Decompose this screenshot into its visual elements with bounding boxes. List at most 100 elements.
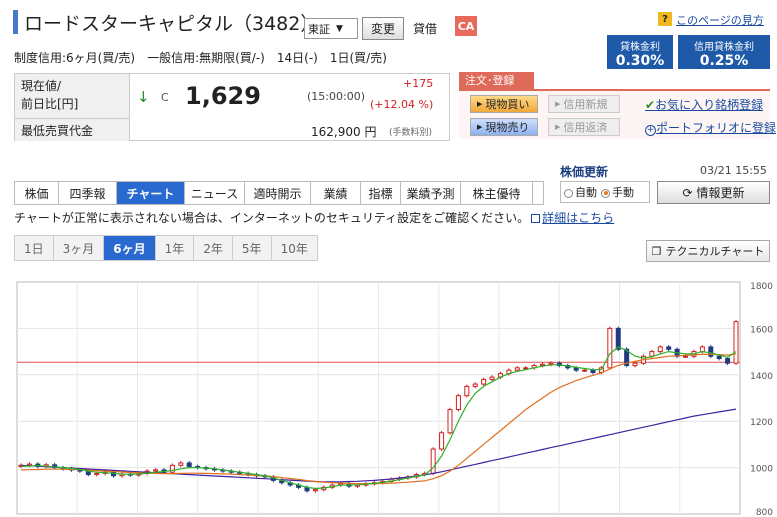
- radio-auto[interactable]: 自動: [564, 184, 597, 200]
- candle-body: [716, 355, 722, 360]
- tab-5[interactable]: 業績: [311, 182, 361, 204]
- tab-7[interactable]: 業績予測: [401, 182, 461, 204]
- candle-body: [590, 369, 596, 373]
- credit-close-label: 信用返済: [563, 121, 608, 134]
- radio-off-icon: [564, 188, 573, 198]
- candle-body: [472, 383, 478, 387]
- portfolio-register-label: ポートフォリオに登録: [656, 121, 777, 135]
- down-arrow-icon: ↓: [137, 88, 150, 106]
- triangle-right-icon: ▶: [477, 100, 483, 108]
- candle-body: [699, 346, 705, 353]
- period-tabs: 1日 3ヶ月 6ヶ月 1年 2年 5年 10年: [14, 235, 318, 261]
- triangle-right-icon: ▶: [555, 100, 561, 108]
- period-tab-4[interactable]: 2年: [193, 235, 232, 261]
- price-time: (15:00:00): [307, 90, 365, 103]
- candle-body: [607, 327, 613, 369]
- favorite-register-link[interactable]: ✔お気に入り銘柄登録: [645, 96, 763, 113]
- y-tick-label: 1600: [750, 325, 773, 335]
- price-update-title: 株価更新: [560, 165, 609, 179]
- tab-3[interactable]: ニュース: [185, 182, 245, 204]
- checkmark-icon: ✔: [645, 98, 656, 112]
- tab-4[interactable]: 適時開示: [245, 182, 311, 204]
- candle-body: [94, 472, 100, 476]
- close-mark: C: [161, 91, 169, 104]
- period-tab-2[interactable]: 6ヶ月: [103, 235, 155, 261]
- current-price-label: 現在値/: [21, 79, 62, 93]
- candle-body: [733, 321, 739, 364]
- ca-badge: CA: [455, 16, 477, 36]
- price-change: +175: [403, 77, 434, 90]
- candle-body: [439, 432, 445, 450]
- candle-body: [573, 367, 579, 371]
- change-market-button[interactable]: 変更: [362, 17, 404, 40]
- credit-new-label: 信用新規: [563, 98, 608, 111]
- stock-chart: 1800 1600 1400 1200 1000 800: [14, 279, 777, 517]
- chart-notice: チャートが正常に表示されない場合は、インターネットのセキュリティ設定をご確認くだ…: [14, 209, 614, 226]
- period-tab-0[interactable]: 1日: [14, 235, 53, 261]
- triangle-right-icon: ▶: [477, 123, 483, 131]
- candle-body: [178, 462, 184, 466]
- tab-2[interactable]: チャート: [117, 182, 185, 204]
- candle-body: [632, 362, 638, 367]
- fee-note: (手数料別): [389, 128, 433, 138]
- lending-rate-value: 0.30%: [615, 53, 665, 69]
- y-tick-label: 1000: [750, 465, 773, 475]
- candle-body: [725, 358, 731, 364]
- price-change-percent: (+12.04 %): [370, 98, 434, 111]
- period-tab-3[interactable]: 1年: [154, 235, 194, 261]
- lending-rate-label: 貸株金利: [620, 42, 660, 53]
- radio-manual[interactable]: 手動: [601, 184, 634, 200]
- help-link[interactable]: このページの見方: [676, 12, 764, 28]
- period-tab-1[interactable]: 3ヶ月: [52, 235, 104, 261]
- y-tick-label: 800: [756, 508, 773, 517]
- candle-body: [657, 346, 663, 353]
- candle-body: [489, 376, 495, 380]
- portfolio-register-link[interactable]: + ポートフォリオに登録: [645, 119, 776, 136]
- candle-body: [548, 362, 554, 365]
- period-tab-6[interactable]: 10年: [270, 235, 318, 261]
- candle-body: [312, 489, 318, 492]
- candle-body: [186, 462, 192, 467]
- credit-lending-rate-box: 信用貸株金利 0.25%: [678, 35, 770, 69]
- credit-lending-rate-value: 0.25%: [699, 53, 749, 69]
- radio-on-icon: [601, 188, 610, 198]
- radio-manual-label: 手動: [612, 186, 634, 199]
- candle-body: [514, 367, 520, 371]
- period-tab-5[interactable]: 5年: [231, 235, 271, 261]
- candle-body: [540, 363, 546, 367]
- credit-new-button[interactable]: ▶ 信用新規: [548, 95, 620, 113]
- help-icon[interactable]: ?: [658, 12, 672, 26]
- notice-text: チャートが正常に表示されない場合は、インターネットのセキュリティ設定をご確認くだ…: [14, 211, 530, 225]
- candle-body: [481, 378, 487, 385]
- credit-info-line: 制度信用:6ヶ月(買/売) 一般信用:無期限(買/-) 14日(-) 1日(買/…: [14, 51, 387, 65]
- external-link-icon: [531, 214, 541, 223]
- credit-lending-rate-label: 信用貸株金利: [694, 42, 754, 53]
- candle-body: [666, 346, 672, 350]
- candle-body: [169, 464, 175, 473]
- plus-icon: +: [645, 125, 656, 136]
- lending-rate-box: 貸株金利 0.30%: [607, 35, 673, 69]
- stock-chart-svg: 1800 1600 1400 1200 1000 800: [16, 281, 773, 517]
- tab-6[interactable]: 指標: [361, 182, 401, 204]
- min-trade-value: 162,900 円: [311, 125, 377, 139]
- refresh-button[interactable]: ⟳ 情報更新: [657, 181, 770, 204]
- tab-8[interactable]: 株主優待: [461, 182, 533, 204]
- prev-change-label: 前日比[円]: [21, 97, 79, 111]
- favorite-register-label: お気に入り銘柄登録: [655, 98, 764, 112]
- technical-chart-button[interactable]: ❐ テクニカルチャート: [646, 240, 770, 262]
- header-accent-bar: [13, 10, 18, 34]
- spot-buy-button[interactable]: ▶ 現物買い: [470, 95, 538, 113]
- credit-close-button[interactable]: ▶ 信用返済: [548, 118, 620, 136]
- tab-0[interactable]: 株価: [15, 182, 59, 204]
- market-select[interactable]: 東証 ▼: [304, 18, 358, 39]
- order-panel: ▶ 現物買い ▶ 現物売り ▶ 信用新規 ▶ 信用返済 ✔お気に入り銘柄登録 + ポートフ…: [459, 89, 776, 139]
- detail-link[interactable]: 詳細はこちら: [542, 211, 614, 225]
- refresh-icon: ⟳: [682, 185, 693, 200]
- order-panel-tab: 注文･登録: [459, 72, 534, 89]
- tab-1[interactable]: 四季報: [59, 182, 117, 204]
- market-select-value: 東証: [308, 22, 330, 36]
- price-table: 現在値/ 前日比[円] 最低売買代金 ↓ C 1,629 (15:00:00) …: [14, 73, 450, 141]
- spot-sell-button[interactable]: ▶ 現物売り: [470, 118, 538, 136]
- current-price-label-cell: 現在値/ 前日比[円]: [15, 74, 130, 119]
- candle-body: [430, 448, 436, 474]
